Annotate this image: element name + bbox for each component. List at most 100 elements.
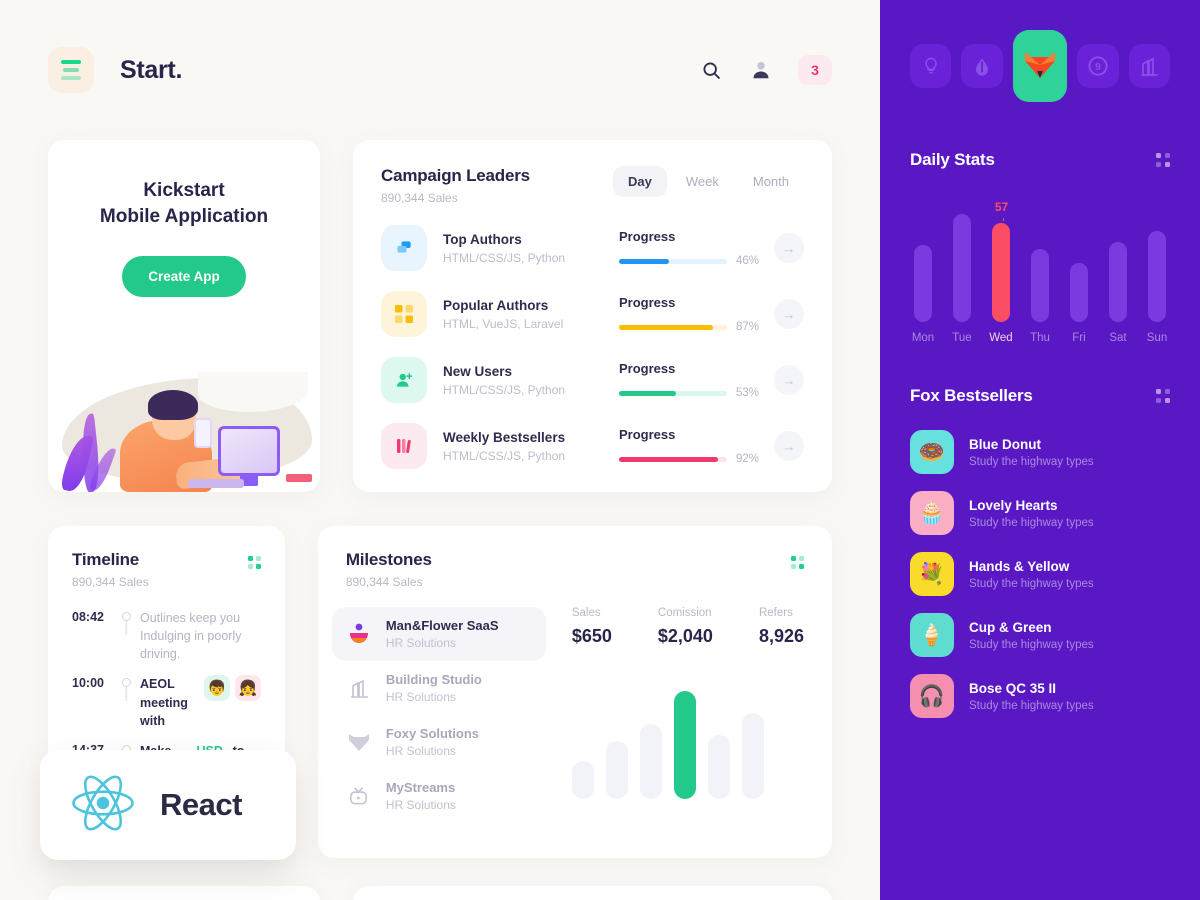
top-bar-actions: 3: [698, 55, 832, 85]
bestseller-item[interactable]: 🧁 Lovely Hearts Study the highway types: [910, 491, 1170, 535]
product-name: Hands & Yellow: [969, 558, 1070, 574]
lightbulb-icon[interactable]: [910, 44, 952, 88]
stats-row: Sales $650 Comission $2,040 Refers 8,926: [572, 607, 804, 647]
daily-bar: [953, 214, 971, 322]
range-month[interactable]: Month: [738, 166, 804, 197]
leader-row[interactable]: Top Authors HTML/CSS/JS, Python Progress…: [381, 225, 804, 271]
leader-tags: HTML, VueJS, Laravel: [443, 316, 564, 331]
arrow-up-icon[interactable]: [961, 44, 1003, 88]
leader-detail-button[interactable]: →: [774, 299, 804, 329]
kickstart-title: Kickstart Mobile Application: [72, 178, 296, 230]
progress-fill: [619, 324, 713, 330]
leader-detail-button[interactable]: →: [774, 431, 804, 461]
daily-stats-title: Daily Stats: [910, 150, 995, 169]
kickstart-title-line1: Kickstart: [143, 180, 225, 201]
fox-icon: [346, 729, 372, 755]
progress-fill: [619, 390, 677, 396]
daily-day-labels: Mon Tue Wed Thu Fri Sat Sun: [910, 332, 1170, 344]
company-info: Man&Flower SaaS HR Solutions: [386, 618, 499, 650]
daily-bar-column[interactable]: [1105, 242, 1131, 322]
stat-label: Sales: [571, 607, 601, 619]
bestsellers-menu-icon[interactable]: [1156, 389, 1170, 403]
timeline-item[interactable]: 10:00 AEOL meeting with 👦 👧: [72, 675, 261, 741]
milestones-metrics: Sales $650 Comission $2,040 Refers 8,926: [546, 607, 804, 823]
daily-bar: [992, 223, 1010, 322]
bestseller-info: Bose QC 35 II Study the highway types: [969, 681, 1094, 712]
company-item[interactable]: MyStreams HR Solutions: [332, 769, 546, 823]
books-icon: [381, 423, 427, 469]
timeline-menu-icon[interactable]: [247, 556, 261, 569]
timeline-item[interactable]: 08:42 Outlines keep you Indulging in poo…: [72, 609, 261, 675]
leader-name: Top Authors: [443, 231, 522, 247]
range-day[interactable]: Day: [613, 166, 667, 197]
stat-value: $2,040: [657, 626, 713, 646]
leader-row[interactable]: New Users HTML/CSS/JS, Python Progress 5…: [381, 357, 804, 403]
search-icon[interactable]: [698, 57, 724, 83]
leader-detail-button[interactable]: →: [774, 365, 804, 395]
campaign-heading: Campaign Leaders 890,344 Sales: [381, 166, 530, 205]
campaign-header: Campaign Leaders 890,344 Sales Day Week …: [381, 166, 804, 205]
company-sub: HR Solutions: [385, 636, 456, 650]
product-name: Lovely Hearts: [969, 497, 1058, 513]
react-label: React: [160, 787, 242, 822]
create-app-button[interactable]: Create App: [122, 256, 246, 298]
building-icon[interactable]: [1128, 44, 1171, 88]
leader-progress: Progress 92%: [619, 427, 759, 465]
product-desc: Study the highway types: [969, 638, 1094, 651]
bestseller-item[interactable]: 💐 Hands & Yellow Study the highway types: [910, 552, 1170, 596]
product-name: Bose QC 35 II: [969, 680, 1057, 696]
leader-detail-button[interactable]: →: [774, 233, 804, 263]
kickstart-title-line2: Mobile Application: [99, 206, 269, 228]
app-switcher: 9: [910, 30, 1171, 102]
company-item-active[interactable]: Man&Flower SaaS HR Solutions: [331, 607, 546, 661]
product-thumbnail: 🧁: [910, 491, 954, 535]
company-item[interactable]: Foxy Solutions HR Solutions: [332, 715, 546, 769]
bestseller-item[interactable]: 🍦 Cup & Green Study the highway types: [910, 613, 1170, 657]
bottom-card-left[interactable]: [48, 886, 320, 900]
user-icon[interactable]: [748, 57, 774, 83]
daily-bar-column[interactable]: [1027, 249, 1053, 322]
range-week[interactable]: Week: [671, 166, 734, 197]
peak-value-label: 57: [994, 200, 1009, 214]
daily-bar: [1109, 242, 1127, 322]
daily-stats-menu-icon[interactable]: [1156, 153, 1170, 167]
milestones-menu-icon[interactable]: [791, 556, 804, 569]
bottom-card-right[interactable]: [353, 886, 832, 900]
progress-label: Progress: [619, 427, 676, 442]
milestones-bar-chart: [571, 669, 804, 799]
progress-track: [619, 258, 727, 264]
milestones-title: Milestones: [345, 550, 432, 569]
company-item[interactable]: Building Studio HR Solutions: [332, 661, 546, 715]
product-image: 🧁: [918, 501, 946, 525]
daily-bar-column[interactable]: [988, 223, 1014, 322]
bestsellers-list: 🍩 Blue Donut Study the highway types 🧁 Lovel…: [910, 430, 1170, 718]
daily-day-label: Sun: [1146, 332, 1168, 344]
leader-name: Popular Authors: [443, 297, 549, 313]
daily-bar-column[interactable]: [910, 245, 936, 322]
bestseller-item[interactable]: 🍩 Blue Donut Study the highway types: [910, 430, 1170, 474]
daily-day-label: Tue: [952, 332, 972, 344]
company-name: Man&Flower SaaS: [385, 618, 499, 633]
avatar: 👧: [234, 675, 261, 702]
bestsellers-header: Fox Bestsellers: [910, 386, 1170, 406]
notification-badge[interactable]: 3: [798, 55, 832, 85]
campaign-leaders-card: Campaign Leaders 890,344 Sales Day Week …: [353, 140, 832, 492]
tv-icon: [346, 783, 372, 809]
progress-percent: 53%: [735, 387, 759, 399]
daily-bar-column[interactable]: [1144, 231, 1170, 322]
nine-circle-icon[interactable]: 9: [1077, 44, 1119, 88]
progress-line: 46%: [619, 255, 759, 267]
timeline-time: 10:00: [72, 676, 104, 691]
hamburger-icon[interactable]: [48, 47, 94, 93]
product-image: 💐: [918, 562, 946, 586]
react-badge-card[interactable]: React: [40, 750, 296, 860]
bestseller-item[interactable]: 🎧 Bose QC 35 II Study the highway types: [910, 674, 1170, 718]
timeline-text: Outlines keep you Indulging in poorly dr…: [140, 611, 242, 662]
product-image: 🍦: [918, 623, 946, 647]
leader-row[interactable]: Popular Authors HTML, VueJS, Laravel Pro…: [381, 291, 804, 337]
daily-bar-column[interactable]: [949, 214, 975, 322]
right-sidebar: 9 Daily Stats 57 Mon Tue Wed Thu Fri Sat Sun F…: [880, 0, 1200, 900]
fox-icon[interactable]: [1012, 30, 1068, 102]
daily-bar-column[interactable]: [1066, 263, 1092, 322]
leader-row[interactable]: Weekly Bestsellers HTML/CSS/JS, Python P…: [381, 423, 804, 469]
